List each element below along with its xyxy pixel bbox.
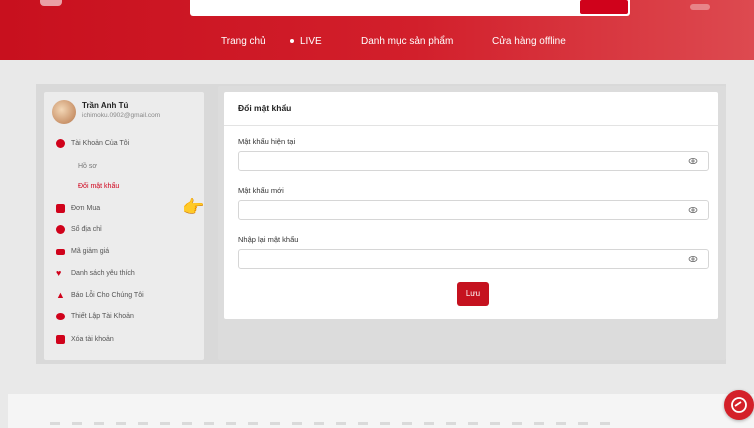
sidebar-item-label: Mã giảm giá xyxy=(71,248,110,255)
sidebar-item-change-password[interactable]: Đổi mật khẩu xyxy=(78,183,119,190)
sidebar-item-label: Đơn Mua xyxy=(71,205,101,212)
avatar xyxy=(52,100,76,124)
eye-icon[interactable] xyxy=(688,156,698,166)
new-password-label: Mật khẩu mới xyxy=(238,186,284,195)
voucher-icon xyxy=(56,248,65,255)
search-input[interactable] xyxy=(190,0,630,16)
current-password-label: Mật khẩu hiện tại xyxy=(238,137,296,146)
sidebar-item-address-book[interactable]: Sổ địa chỉ xyxy=(56,225,102,234)
nav-live[interactable]: LIVE xyxy=(290,36,322,47)
chat-icon xyxy=(731,397,747,413)
chat-button[interactable] xyxy=(724,390,754,420)
confirm-password-field[interactable] xyxy=(238,249,709,269)
sidebar-item-label: Danh sách yêu thích xyxy=(71,270,135,277)
sidebar-item-my-account[interactable]: Tài Khoản Của Tôi xyxy=(56,139,129,148)
save-button[interactable]: Lưu xyxy=(457,282,489,306)
nav-offline-stores[interactable]: Cửa hàng offline xyxy=(492,36,566,47)
user-icon xyxy=(56,139,65,148)
user-email: ichimoku.0902@gmail.com xyxy=(82,112,161,119)
sidebar-item-profile[interactable]: Hồ sơ xyxy=(78,163,97,170)
eye-icon[interactable] xyxy=(688,205,698,215)
nav-home[interactable]: Trang chủ xyxy=(221,36,266,47)
header-actions[interactable] xyxy=(690,4,710,10)
confirm-password-label: Nhập lại mật khẩu xyxy=(238,235,299,244)
sidebar-item-account-settings[interactable]: Thiết Lập Tài Khoản xyxy=(56,313,134,320)
page-title: Đổi mật khẩu xyxy=(238,103,292,113)
user-settings-icon xyxy=(56,313,65,320)
location-icon xyxy=(56,225,65,234)
sidebar-item-label: Tài Khoản Của Tôi xyxy=(71,140,130,147)
sidebar-item-wishlist[interactable]: ♥ Danh sách yêu thích xyxy=(56,269,135,278)
search-button[interactable] xyxy=(580,0,628,14)
sidebar-item-vouchers[interactable]: Mã giảm giá xyxy=(56,248,109,255)
current-password-field[interactable] xyxy=(238,151,709,171)
divider xyxy=(224,125,718,126)
new-password-field[interactable] xyxy=(238,200,709,220)
sidebar-item-label: Thiết Lập Tài Khoản xyxy=(71,313,134,320)
sidebar-item-delete-account[interactable]: Xóa tài khoản xyxy=(56,335,114,344)
heart-icon: ♥ xyxy=(56,268,62,278)
sidebar-item-report-bug[interactable]: ▲ Báo Lỗi Cho Chúng Tôi xyxy=(56,291,144,300)
top-header: Trang chủ LIVE Danh mục sản phẩm Cửa hàn… xyxy=(0,0,754,60)
logo[interactable] xyxy=(40,0,62,6)
sidebar-item-label: Sổ địa chỉ xyxy=(71,226,102,233)
main-nav: Trang chủ LIVE Danh mục sản phẩm Cửa hàn… xyxy=(0,36,754,50)
eye-icon[interactable] xyxy=(688,254,698,264)
sidebar-item-orders[interactable]: Đơn Mua xyxy=(56,204,100,213)
trash-icon xyxy=(56,335,65,344)
sidebar-item-label: Báo Lỗi Cho Chúng Tôi xyxy=(71,292,144,299)
pointing-hand-icon: 👉 xyxy=(182,197,205,217)
live-dot-icon xyxy=(290,39,294,44)
sidebar-item-label: Xóa tài khoản xyxy=(71,336,114,343)
order-icon xyxy=(56,204,65,213)
footer-links xyxy=(50,422,610,425)
nav-categories[interactable]: Danh mục sản phẩm xyxy=(361,36,453,47)
warning-icon: ▲ xyxy=(56,290,65,300)
user-name: Trần Anh Tú xyxy=(82,101,129,110)
